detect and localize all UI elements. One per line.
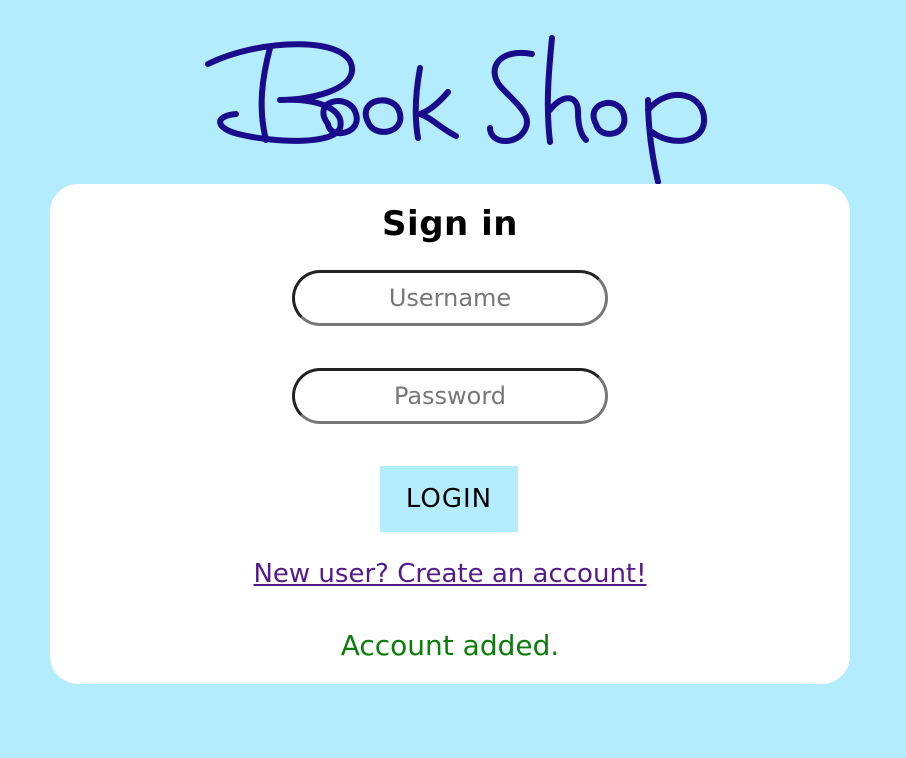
create-account-link[interactable]: New user? Create an account!: [50, 556, 850, 592]
signin-card: Sign in LOGIN New user? Create an accoun…: [50, 184, 850, 684]
password-input[interactable]: [292, 368, 608, 424]
login-button[interactable]: LOGIN: [380, 466, 518, 532]
bookshop-logo: [205, 35, 707, 185]
username-input[interactable]: [292, 270, 608, 326]
signin-title: Sign in: [382, 204, 518, 244]
status-message: Account added.: [340, 629, 560, 662]
